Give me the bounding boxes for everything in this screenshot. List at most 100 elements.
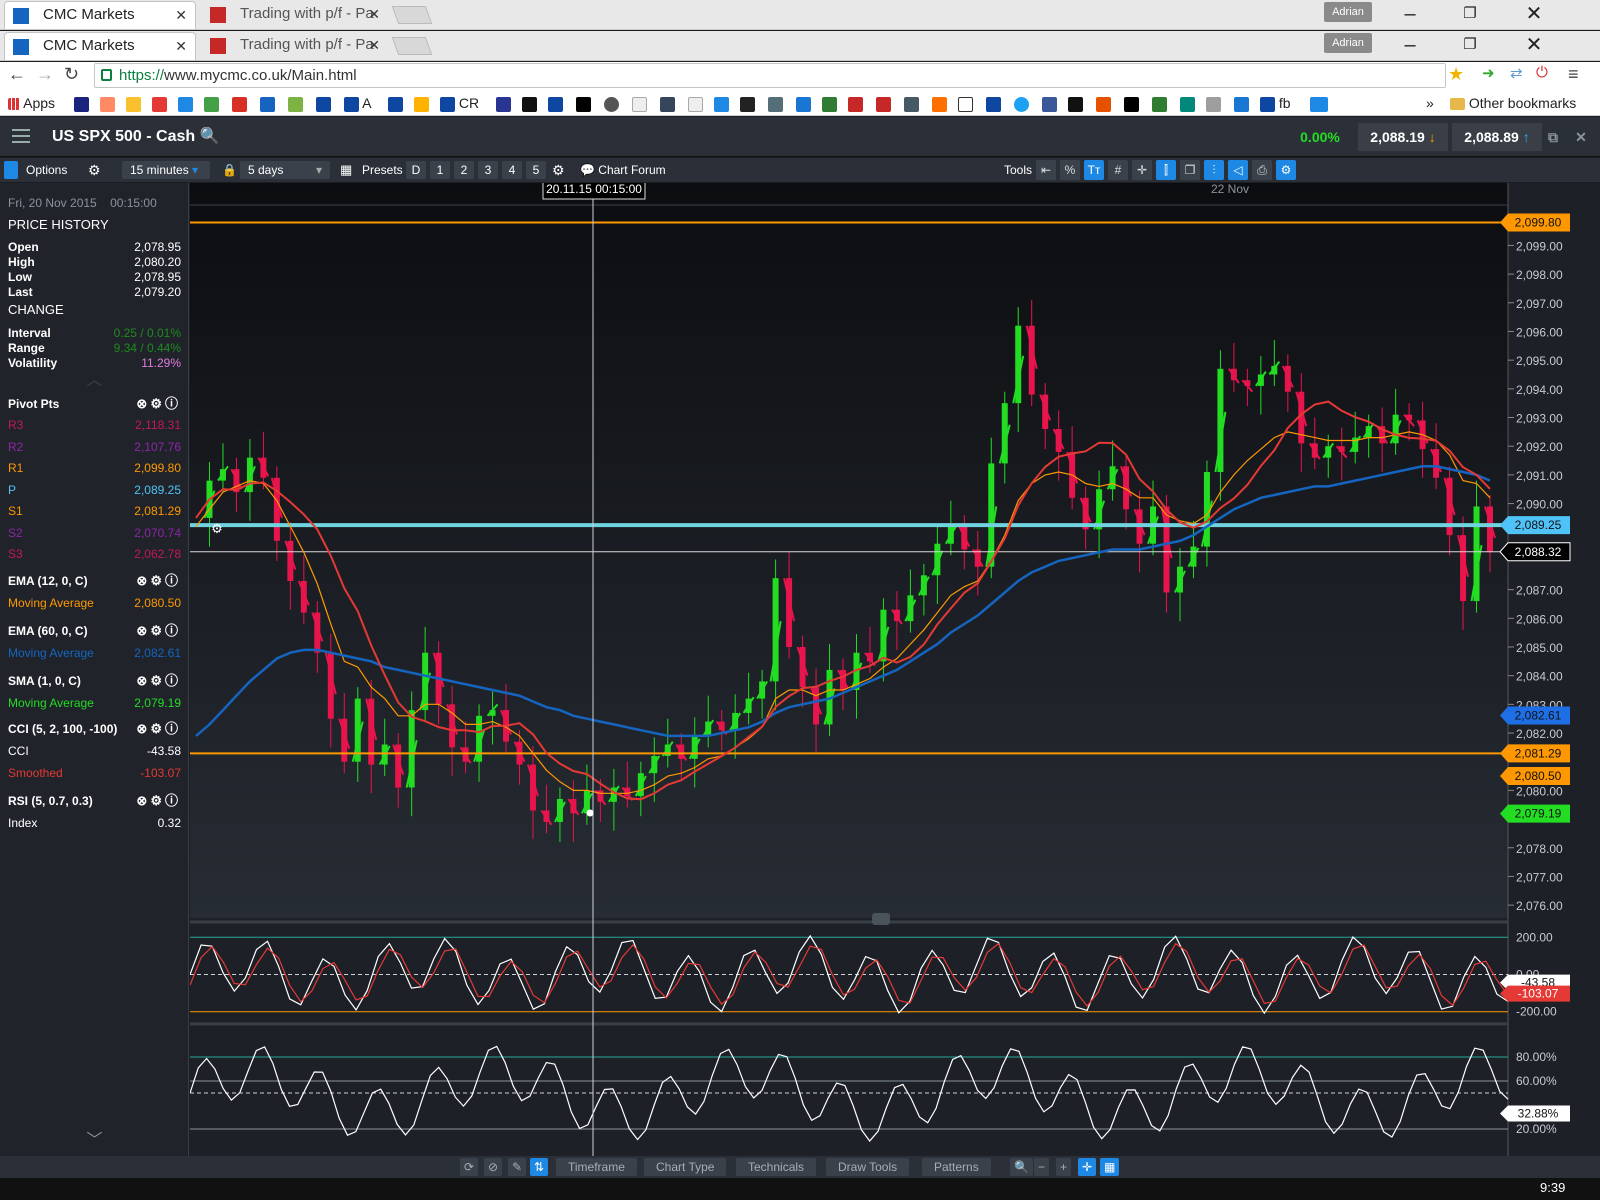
extension-translate-icon[interactable]: ⇄ [1510,64,1523,82]
tab-trading-pf[interactable]: Trading with p/f - Pa ✕ [202,1,388,29]
bookmark-29[interactable] [1152,94,1167,112]
indicator-controls[interactable]: ⊗⚙ⓘ [136,673,181,689]
preset-gear-icon[interactable]: ⚙ [552,161,565,179]
bookmark-lc[interactable] [1124,94,1139,112]
indicator-controls[interactable]: ⊗⚙ⓘ [136,573,181,589]
tab-cmc-markets[interactable]: CMC Markets ✕ [4,1,196,29]
bookmark-tumblr[interactable] [660,94,675,112]
bookmark-25[interactable] [958,94,973,112]
tool-text-icon[interactable]: Tт [1084,160,1104,180]
other-bookmarks[interactable]: Other bookmarks [1450,94,1576,112]
bookmark-twitter[interactable] [1014,94,1029,112]
tool-indicator-icon[interactable]: ⫶ [1204,160,1224,180]
collapse-down-icon[interactable]: ﹀ [8,1133,181,1149]
bookmark-6[interactable] [204,94,219,112]
close-window-icon[interactable]: ✕ [1514,0,1554,30]
bookmark-23[interactable] [876,94,891,112]
chrome-menu-icon[interactable]: ≡ [1568,64,1579,85]
options-gear-icon[interactable]: ⚙ [88,161,101,179]
bookmark-15[interactable] [604,94,619,112]
new-tab-button[interactable] [391,6,433,24]
price-chart[interactable]: 2,099.00 2,098.00 2,097.00 2,096.00 2,095.00… [189,178,1600,1156]
info-icon[interactable]: ⓘ [165,573,181,588]
bookmark-bbc[interactable] [522,94,537,112]
detach-window-icon[interactable]: ⧉ [1544,123,1562,151]
preset-d-button[interactable]: D [406,161,426,179]
options-button[interactable]: Options [26,161,67,179]
lock-icon[interactable]: 🔒 [222,161,237,179]
tool-crosshair-icon[interactable]: ✛ [1132,160,1152,180]
bookmark-fp[interactable] [1310,94,1328,112]
bookmark-facebook[interactable] [1042,94,1057,112]
bookmark-24[interactable] [904,94,919,112]
remove-icon[interactable]: ⊗ [136,673,150,688]
indicator-controls[interactable]: ⊗⚙ⓘ [136,793,181,809]
preset-5-button[interactable]: 5 [526,161,546,179]
no-entry-icon[interactable]: ⊘ [484,1158,503,1176]
tool-layers-icon[interactable]: ❐ [1180,160,1200,180]
pivot-settings-gear-icon[interactable]: ⚙ [211,522,223,537]
remove-icon[interactable]: ⊗ [136,396,150,411]
info-icon[interactable]: ⓘ [165,623,181,638]
tab-cmc-markets-2[interactable]: CMC Markets ✕ [4,32,196,60]
sort-icon[interactable]: ⇅ [530,1158,549,1176]
reload-icon[interactable]: ↻ [64,64,79,85]
tab-patterns[interactable]: Patterns [922,1158,991,1176]
chart-forum-button[interactable]: 💬 Chart Forum [580,161,666,179]
info-icon[interactable]: ⓘ [165,793,181,808]
calendar-range-icon[interactable]: ▦ [1100,1158,1120,1176]
info-icon[interactable]: ⓘ [165,673,181,688]
new-tab-button[interactable] [391,37,433,55]
hamburger-menu-icon[interactable] [12,129,30,143]
bookmark-7[interactable] [260,94,275,112]
info-icon[interactable]: ⓘ [165,396,181,411]
bookmark-cr[interactable]: CR [440,94,479,112]
bookmark-10[interactable] [388,94,403,112]
range-select[interactable]: 5 days ▾ [240,161,330,179]
bookmark-16[interactable] [632,94,647,112]
user-badge-2[interactable]: Adrian [1324,33,1372,53]
minimize-icon[interactable]: – [1390,31,1430,61]
instrument-title[interactable]: US SPX 500 - Cash 🔍 [52,126,220,146]
bookmark-13[interactable] [548,94,563,112]
remove-icon[interactable]: ⊗ [136,721,150,736]
bookmark-31[interactable] [1206,94,1221,112]
bookmark-4[interactable] [152,94,167,112]
bookmark-a[interactable]: A [344,94,371,112]
tab-trading-pf-2[interactable]: Trading with p/f - Pa ✕ [202,32,388,60]
bookmark-blogger[interactable] [932,94,947,112]
bookmark-inv[interactable] [740,94,755,112]
refresh-icon[interactable]: ⟳ [460,1158,479,1176]
bookmark-20[interactable] [796,94,811,112]
tool-print-icon[interactable]: ⎙ [1252,160,1272,180]
preset-4-button[interactable]: 4 [502,161,522,179]
remove-icon[interactable]: ⊗ [136,623,150,638]
settings-gear-icon[interactable]: ⚙ [150,793,165,808]
bookmark-27[interactable] [1068,94,1083,112]
bookmark-19[interactable] [768,94,783,112]
indicator-controls[interactable]: ⊗⚙ⓘ [136,623,181,639]
bookmark-14[interactable] [576,94,591,112]
forward-icon[interactable]: → [36,64,54,85]
zoom-icon[interactable]: 🔍 [1010,1158,1033,1176]
bookmark-26[interactable] [986,94,1001,112]
bookmark-18[interactable] [714,94,729,112]
preset-2-button[interactable]: 2 [454,161,474,179]
chart-area[interactable]: 2,099.00 2,098.00 2,097.00 2,096.00 2,095.00… [189,178,1600,1156]
collapse-up-icon[interactable]: ︿ [8,373,181,389]
preset-3-button[interactable]: 3 [478,161,498,179]
fit-icon[interactable]: ✛ [1078,1158,1097,1176]
zoom-in-icon[interactable]: + [1056,1158,1072,1176]
bookmark-32[interactable] [1234,94,1249,112]
remove-icon[interactable]: ⊗ [136,573,150,588]
tool-back-icon[interactable]: ⇤ [1036,160,1056,180]
minimize-icon[interactable]: – [1390,0,1430,30]
extension-power-icon[interactable]: ⏻ [1536,64,1548,81]
bookmark-9[interactable] [316,94,331,112]
tab-draw-tools[interactable]: Draw Tools [826,1158,910,1176]
back-icon[interactable]: ← [8,64,26,85]
preset-1-button[interactable]: 1 [430,161,450,179]
sell-price-button[interactable]: 2,088.19 ↓ [1358,123,1448,151]
tool-grid-icon[interactable]: # [1108,160,1128,180]
bookmark-22[interactable] [848,94,863,112]
